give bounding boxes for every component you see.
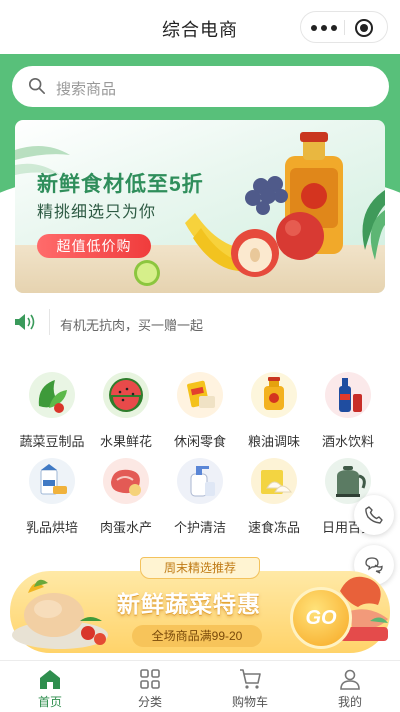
dumpling-icon xyxy=(261,470,293,494)
grid-icon xyxy=(140,669,160,689)
notice-bar[interactable]: 有机无抗肉，买一赠一起 xyxy=(12,305,388,339)
more-dots-icon[interactable] xyxy=(311,25,337,31)
snack-icon xyxy=(187,380,215,408)
category-vegetable[interactable]: 蔬菜豆制品 xyxy=(16,367,88,449)
watermelon-icon xyxy=(109,378,143,412)
tab-label: 首页 xyxy=(37,695,62,709)
category-oil[interactable]: 粮油调味 xyxy=(238,367,310,449)
category-label: 粮油调味 xyxy=(247,434,300,449)
category-snack[interactable]: 休闲零食 xyxy=(164,367,236,449)
cleaning-bottle-icon xyxy=(190,466,215,497)
notice-text: 有机无抗肉，买一赠一起 xyxy=(60,318,204,333)
hero-banner[interactable]: 新鲜食材低至5折 精挑细选只为你 超值低价购 xyxy=(15,120,385,293)
tab-profile[interactable]: 我的 xyxy=(300,661,400,712)
category-label: 速食冻品 xyxy=(247,520,300,535)
tab-label: 我的 xyxy=(337,695,362,709)
target-circle-icon[interactable] xyxy=(355,19,373,37)
category-meat[interactable]: 肉蛋水产 xyxy=(90,453,162,535)
category-label: 个护清洁 xyxy=(173,520,226,535)
meat-icon xyxy=(111,469,141,496)
mini-program-capsule xyxy=(300,11,388,43)
chicken-vegetables-icon xyxy=(12,579,108,649)
milk-icon xyxy=(40,464,67,495)
category-frozen[interactable]: 速食冻品 xyxy=(238,453,310,535)
promo-discount: 全场商品满99-20 xyxy=(132,625,262,647)
tab-cart[interactable]: 购物车 xyxy=(200,661,300,712)
category-label: 乳品烘培 xyxy=(25,520,78,535)
notice-divider xyxy=(49,309,50,335)
home-icon xyxy=(40,670,60,689)
category-label: 水果鲜花 xyxy=(99,434,152,449)
promo-banner[interactable]: 周末精选推荐 新鲜蔬菜特惠 全场商品满99-20 GO xyxy=(10,553,390,653)
oil-bottle-icon xyxy=(264,377,284,410)
capsule-divider xyxy=(344,20,345,35)
promo-headline: 新鲜蔬菜特惠 xyxy=(117,591,261,617)
category-label: 蔬菜豆制品 xyxy=(19,434,85,449)
cart-icon xyxy=(240,669,261,689)
search-placeholder: 搜索商品 xyxy=(56,81,117,98)
navigation-bar: 综合电商 xyxy=(0,0,400,54)
phone-icon xyxy=(365,506,383,524)
promo-tag: 周末精选推荐 xyxy=(140,557,260,579)
search-bar[interactable]: 搜索商品 xyxy=(12,66,389,107)
category-label: 肉蛋水产 xyxy=(99,520,152,535)
banner-buy-button[interactable]: 超值低价购 xyxy=(37,234,151,258)
fruit-basket-illustration xyxy=(185,132,343,277)
user-icon xyxy=(340,669,360,690)
lime-slice-icon xyxy=(134,260,160,286)
tab-category[interactable]: 分类 xyxy=(100,661,200,712)
tab-home[interactable]: 首页 xyxy=(0,661,100,712)
vegetable-icon xyxy=(38,380,67,413)
category-label: 酒水饮料 xyxy=(321,434,374,449)
category-label: 休闲零食 xyxy=(173,434,226,449)
category-drink[interactable]: 酒水饮料 xyxy=(312,367,384,449)
tab-label: 购物车 xyxy=(231,695,268,709)
category-dairy[interactable]: 乳品烘培 xyxy=(16,453,88,535)
speaker-icon xyxy=(15,314,35,330)
drink-bottle-icon xyxy=(339,378,362,412)
promo-go-button[interactable]: GO xyxy=(290,587,352,649)
search-icon xyxy=(28,77,46,95)
phone-button[interactable] xyxy=(354,495,394,535)
category-fruit[interactable]: 水果鲜花 xyxy=(90,367,162,449)
tab-bar: 首页 分类 购物车 我的 xyxy=(0,660,400,712)
tab-label: 分类 xyxy=(137,695,162,709)
category-cleaning[interactable]: 个护清洁 xyxy=(164,453,236,535)
banner-subtitle: 精挑细选只为你 xyxy=(37,204,157,221)
